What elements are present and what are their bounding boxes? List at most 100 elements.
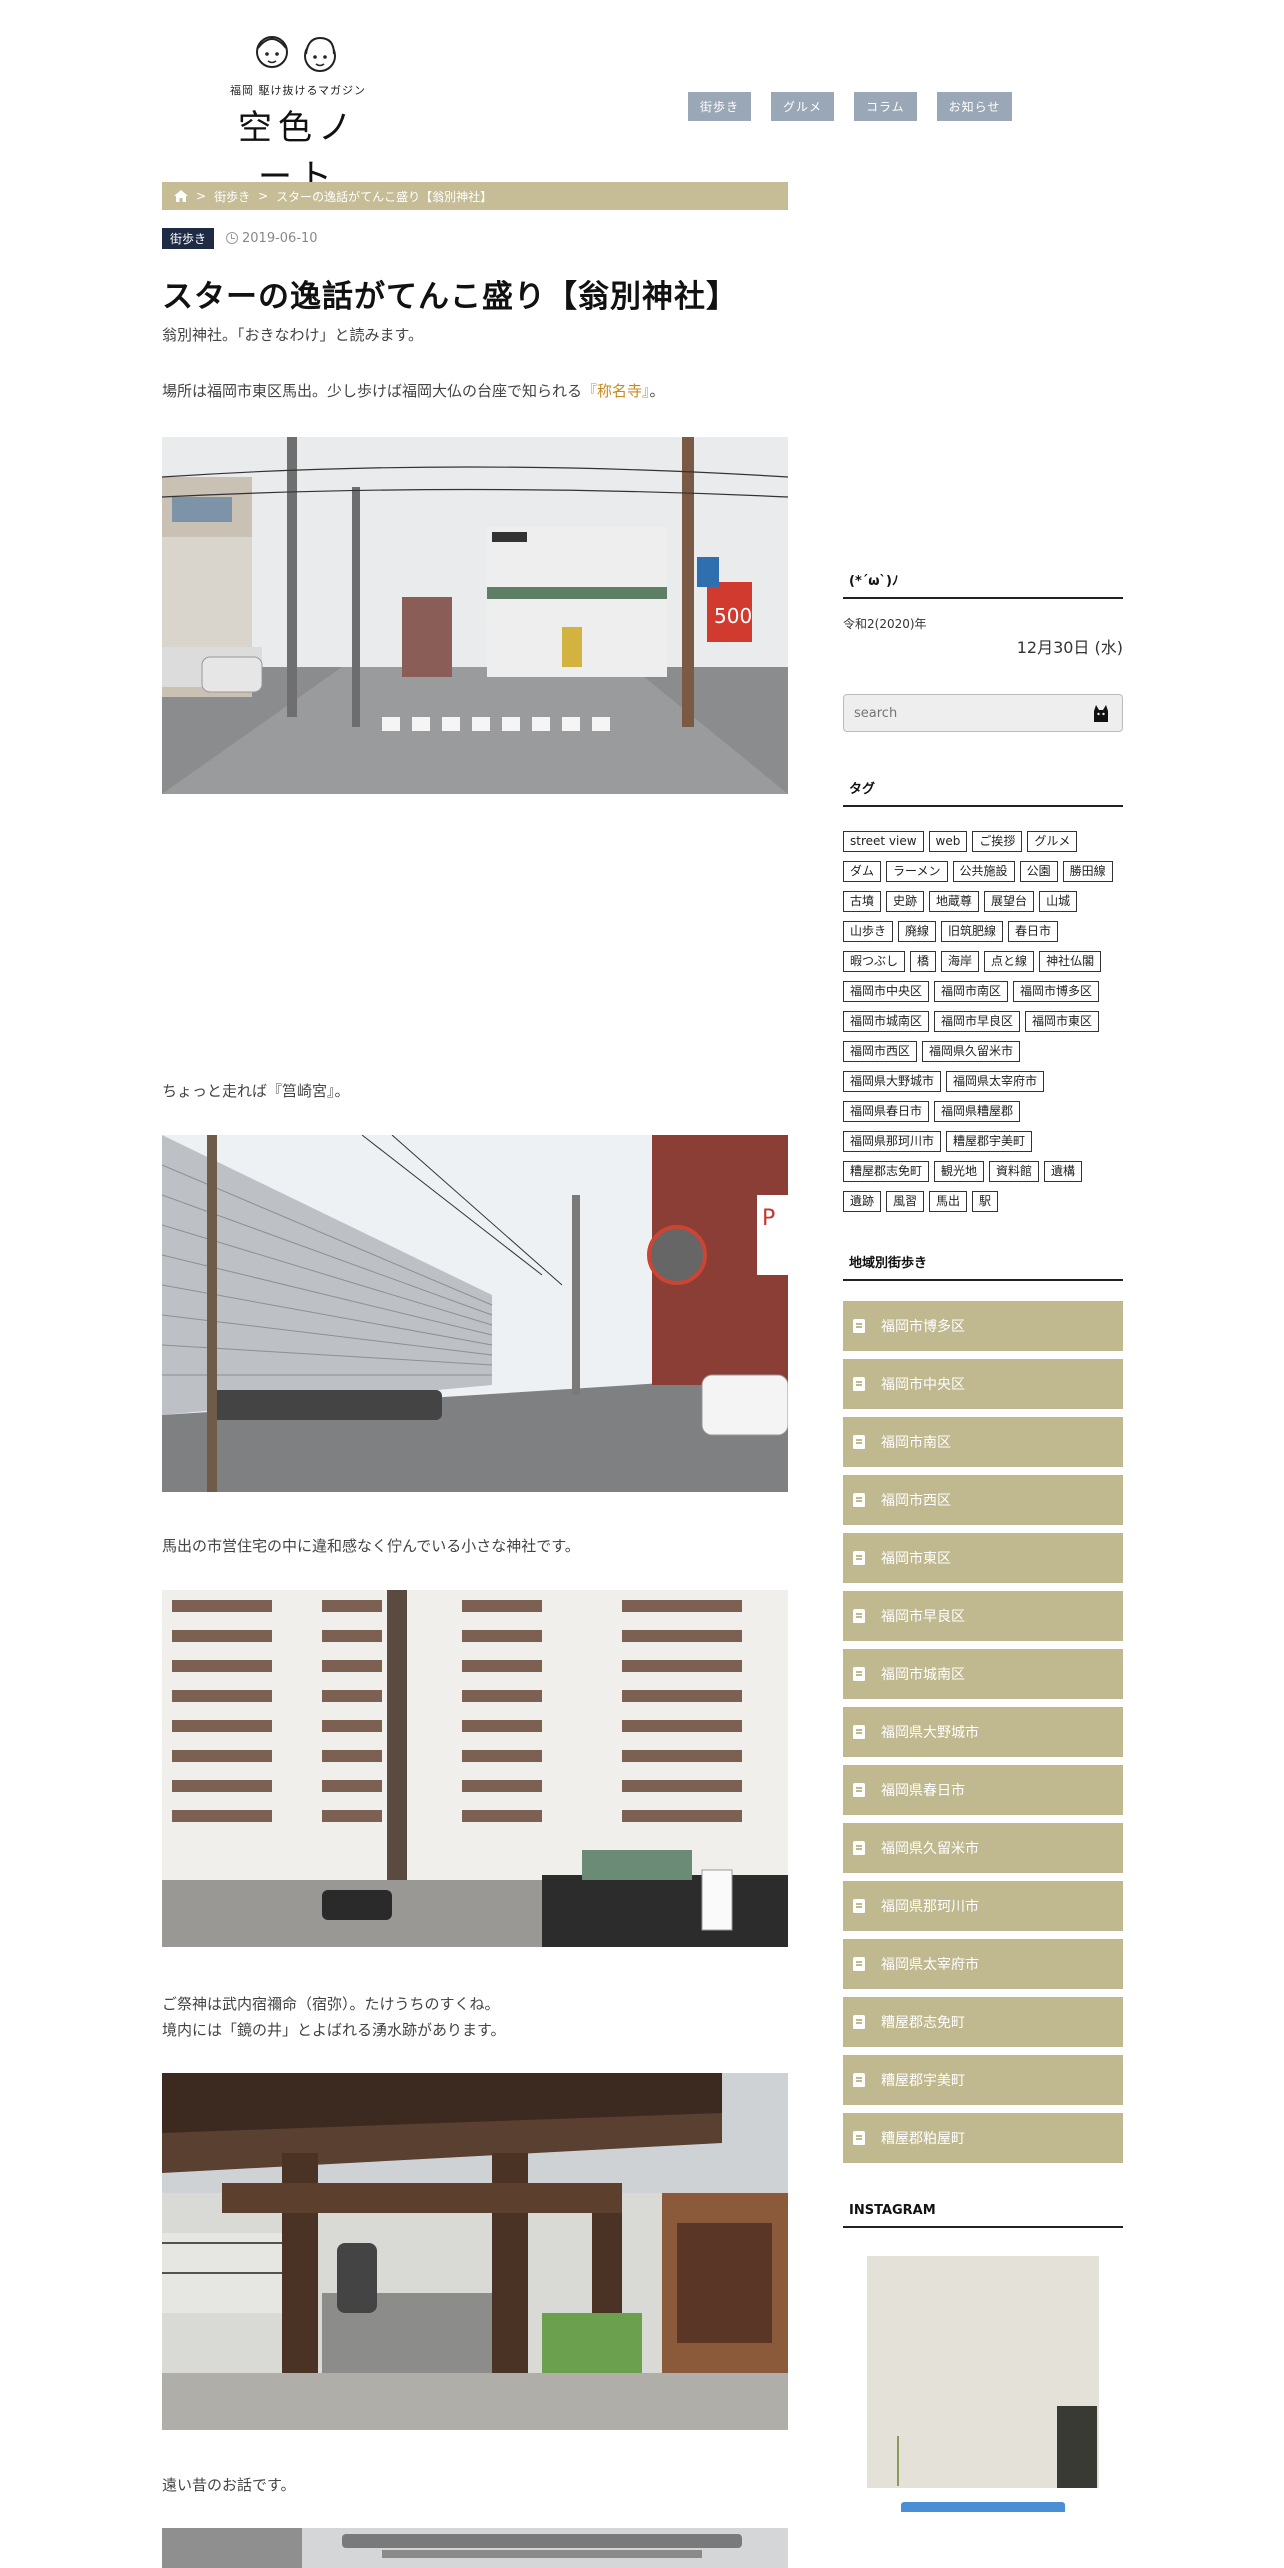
tag-link[interactable]: 福岡市中央区 [843, 981, 930, 1002]
svg-text:P: P [762, 1206, 775, 1231]
tag-link[interactable]: 福岡県那珂川市 [843, 1131, 942, 1152]
tag-link[interactable]: ご挨拶 [972, 831, 1023, 852]
category-badge[interactable]: 街歩き [162, 228, 215, 249]
tag-link[interactable]: 馬出 [929, 1191, 968, 1212]
document-icon [853, 2015, 865, 2029]
instagram-follow-button[interactable] [901, 2502, 1065, 2512]
nav-gourmet[interactable]: グルメ [771, 92, 835, 121]
tag-link[interactable]: 福岡県大野城市 [843, 1071, 942, 1092]
area-item[interactable]: 糟屋郡宇美町 [843, 2055, 1123, 2105]
tag-link[interactable]: 遺跡 [843, 1191, 882, 1212]
document-icon [853, 1725, 865, 1739]
area-item[interactable]: 福岡市早良区 [843, 1591, 1123, 1641]
post-meta: 街歩き 2019-06-10 [162, 228, 788, 249]
document-icon [853, 1609, 865, 1623]
tag-link[interactable]: 福岡市東区 [1025, 1011, 1100, 1032]
tag-link[interactable]: 資料館 [989, 1161, 1040, 1182]
document-icon [853, 1783, 865, 1797]
area-item-label: 福岡県大野城市 [881, 1725, 979, 1741]
area-item[interactable]: 福岡市城南区 [843, 1649, 1123, 1699]
tag-link[interactable]: 展望台 [984, 891, 1035, 912]
tag-link[interactable]: 糟屋郡宇美町 [946, 1131, 1033, 1152]
date-era-year: 令和2(2020)年 [843, 617, 927, 631]
area-item[interactable]: 糟屋郡粕屋町 [843, 2113, 1123, 2163]
nav-news[interactable]: お知らせ [936, 92, 1013, 121]
tag-link[interactable]: 公園 [1019, 861, 1058, 882]
tag-link[interactable]: 風習 [886, 1191, 925, 1212]
area-item[interactable]: 糟屋郡志免町 [843, 1997, 1123, 2047]
tag-link[interactable]: 春日市 [1008, 921, 1059, 942]
tag-link[interactable]: 福岡市博多区 [1013, 981, 1100, 1002]
tag-link[interactable]: 福岡県太宰府市 [946, 1071, 1045, 1092]
search-input[interactable] [854, 705, 1090, 721]
area-item[interactable]: 福岡市中央区 [843, 1359, 1123, 1409]
nav-column[interactable]: コラム [854, 92, 917, 121]
photo-apartments-road: P [162, 1135, 788, 1492]
tag-link[interactable]: 福岡市早良区 [934, 1011, 1021, 1032]
tag-link[interactable]: 観光地 [934, 1161, 985, 1182]
document-icon [853, 2073, 865, 2087]
svg-text:500: 500 [714, 604, 752, 628]
tag-link[interactable]: 山城 [1039, 891, 1078, 912]
tag-link[interactable]: 橋 [910, 951, 937, 972]
tag-link[interactable]: 旧筑肥線 [941, 921, 1004, 942]
tag-link[interactable]: 福岡市西区 [843, 1041, 918, 1062]
cat-search-icon[interactable] [1090, 702, 1112, 724]
photo-shrine-well [162, 2073, 788, 2430]
instagram-photo[interactable] [867, 2256, 1099, 2488]
tag-link[interactable]: 古墳 [843, 891, 882, 912]
tag-link[interactable]: グルメ [1027, 831, 1078, 852]
nav-machiaruki[interactable]: 街歩き [688, 92, 752, 121]
area-item[interactable]: 福岡県久留米市 [843, 1823, 1123, 1873]
area-item[interactable]: 福岡市南区 [843, 1417, 1123, 1467]
tag-link[interactable]: 暇つぶし [843, 951, 906, 972]
area-item[interactable]: 福岡県太宰府市 [843, 1939, 1123, 1989]
tag-link[interactable]: 糟屋郡志免町 [843, 1161, 930, 1182]
photo-torii [162, 2528, 788, 2568]
tag-link[interactable]: 駅 [972, 1191, 999, 1212]
area-item-label: 福岡県春日市 [881, 1783, 965, 1799]
post-paragraph-2: 場所は福岡市東区馬出。少し歩けば福岡大仏の台座で知られる『称名寺』。 [162, 378, 665, 404]
document-icon [853, 1319, 865, 1333]
area-item-label: 糟屋郡志免町 [881, 2015, 965, 2031]
tag-link[interactable]: 海岸 [941, 951, 980, 972]
breadcrumb-category[interactable]: 街歩き [214, 188, 250, 205]
breadcrumb-separator: > [196, 189, 207, 203]
tag-link[interactable]: ラーメン [886, 861, 948, 882]
tag-link[interactable]: 神社仏閣 [1039, 951, 1102, 972]
tag-link[interactable]: 福岡市城南区 [843, 1011, 930, 1032]
tag-link[interactable]: 公共施設 [952, 861, 1015, 882]
home-icon[interactable] [174, 190, 188, 202]
tag-link[interactable]: web [928, 831, 968, 852]
shomyoji-link[interactable]: 『称名寺』 [582, 382, 650, 400]
tags-heading: タグ [843, 778, 1123, 807]
site-tagline: 福岡 駆け抜けるマガジン [229, 84, 367, 97]
tag-link[interactable]: 福岡県久留米市 [922, 1041, 1021, 1062]
tag-link[interactable]: 遺構 [1044, 1161, 1083, 1182]
area-item[interactable]: 福岡市西区 [843, 1475, 1123, 1525]
tag-link[interactable]: 勝田線 [1062, 861, 1113, 882]
tag-link[interactable]: 史跡 [886, 891, 925, 912]
areas-heading: 地域別街歩き [843, 1252, 1123, 1281]
area-item[interactable]: 福岡県大野城市 [843, 1707, 1123, 1757]
area-item[interactable]: 福岡市東区 [843, 1533, 1123, 1583]
tag-link[interactable]: 点と線 [984, 951, 1035, 972]
area-item-label: 福岡市中央区 [881, 1377, 965, 1393]
area-item[interactable]: 福岡県那珂川市 [843, 1881, 1123, 1931]
tag-link[interactable]: 山歩き [843, 921, 894, 942]
area-item-label: 福岡市西区 [881, 1493, 951, 1509]
tag-link[interactable]: street view [843, 831, 924, 852]
tag-link[interactable]: 福岡市南区 [934, 981, 1009, 1002]
area-item[interactable]: 福岡県春日市 [843, 1765, 1123, 1815]
document-icon [853, 1551, 865, 1565]
search-box [843, 694, 1123, 732]
site-logo[interactable]: 福岡 駆け抜けるマガジン 空色ノート [228, 22, 368, 197]
tag-link[interactable]: 福岡県糟屋郡 [934, 1101, 1021, 1122]
tag-link[interactable]: 福岡県春日市 [843, 1101, 930, 1122]
area-item[interactable]: 福岡市博多区 [843, 1301, 1123, 1351]
tag-link[interactable]: ダム [843, 861, 882, 882]
area-item-label: 福岡市早良区 [881, 1609, 965, 1625]
area-item-label: 福岡市城南区 [881, 1667, 965, 1683]
tag-link[interactable]: 廃線 [898, 921, 937, 942]
tag-link[interactable]: 地蔵尊 [929, 891, 980, 912]
